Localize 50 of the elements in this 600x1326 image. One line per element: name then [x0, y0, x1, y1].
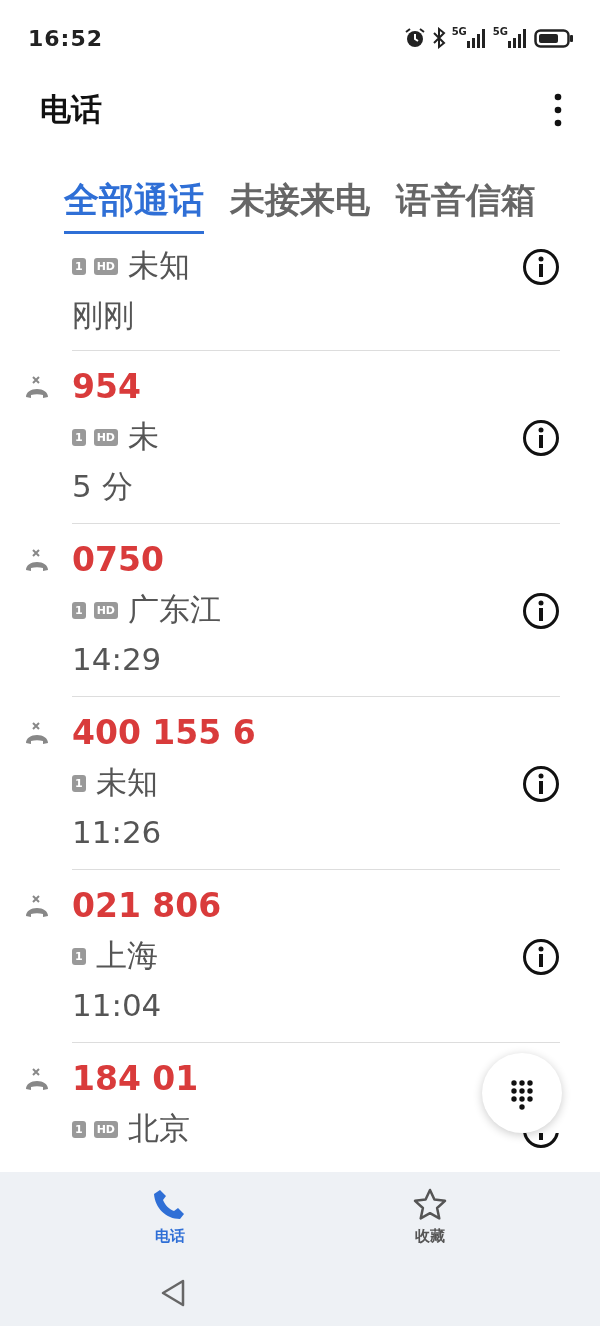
info-icon[interactable] [522, 765, 560, 803]
back-icon[interactable] [160, 1279, 186, 1307]
caller-location: 北京 [128, 1109, 190, 1148]
phone-number: 0750 [72, 539, 164, 581]
sim-badge: HD [93, 1120, 118, 1138]
star-icon [412, 1186, 448, 1223]
info-icon[interactable] [522, 248, 560, 286]
phone-number: 021 806 [72, 885, 222, 927]
sim-badge: 1 [72, 947, 86, 965]
bluetooth-icon [431, 27, 446, 49]
network-label: 5G [451, 27, 467, 37]
status-time: 16:52 [28, 25, 104, 51]
call-time: 11:04 [72, 986, 163, 1025]
dialpad-button[interactable] [482, 1053, 562, 1133]
call-time: 14:29 [72, 640, 163, 679]
caller-location: 未知 [128, 246, 190, 285]
sim-badge: 1 [72, 428, 86, 446]
caller-location: 广东江 [128, 590, 221, 629]
caller-location: 未知 [95, 763, 158, 802]
tab[interactable]: 语音信箱 [396, 178, 536, 234]
sim-badge: 1 [72, 601, 86, 619]
phone-number: 400 155 6 [72, 712, 256, 754]
sim-badge: HD [93, 428, 118, 446]
info-icon[interactable] [522, 592, 560, 630]
sim-badge: 1 [72, 774, 86, 792]
alarm-icon [403, 27, 426, 49]
phone-number: 184 01 [72, 1058, 199, 1100]
tab[interactable]: 全部通话 [64, 178, 204, 234]
signal-icon [508, 27, 528, 49]
info-icon[interactable] [522, 419, 560, 457]
tab[interactable]: 未接来电 [230, 178, 370, 234]
call-time: 5 分 [72, 467, 134, 506]
nav-tab[interactable]: 收藏 [402, 1182, 458, 1250]
sim-badge: HD [93, 257, 118, 275]
battery-icon [534, 27, 574, 49]
caller-location: 未 [128, 417, 159, 456]
app-title: 电话 [40, 90, 103, 129]
sim-badge: 1 [72, 1120, 86, 1138]
phone-number: 954 [72, 366, 141, 408]
info-icon[interactable] [522, 938, 560, 976]
sim-badge: 1 [72, 257, 86, 275]
call-time: 11:26 [72, 813, 163, 852]
network-label: 5G [492, 27, 508, 37]
info-icon[interactable] [522, 1133, 560, 1149]
more-options-icon[interactable] [554, 93, 562, 127]
call-time: 刚刚 [72, 296, 135, 335]
caller-location: 上海 [95, 936, 158, 975]
signal-icon [466, 27, 487, 49]
nav-tab[interactable]: 电话 [142, 1182, 198, 1250]
sim-badge: HD [93, 601, 118, 619]
